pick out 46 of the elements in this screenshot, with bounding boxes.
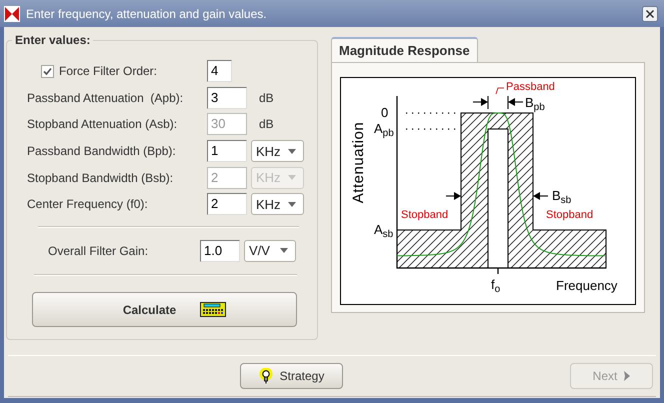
f0-label: f$_{o}$ bbox=[491, 277, 500, 297]
calculator-icon bbox=[200, 302, 226, 318]
value-field[interactable]: 3 bbox=[207, 86, 247, 109]
unit-label: dB bbox=[259, 117, 274, 132]
unit-dropdown[interactable]: KHz bbox=[251, 193, 304, 216]
stopband-label: Stopband bbox=[401, 208, 448, 223]
value-field[interactable]: 1 bbox=[207, 140, 247, 162]
bsb-label: B$_{sb}$ bbox=[552, 188, 572, 208]
calculate-button[interactable]: Calculate bbox=[32, 292, 297, 328]
field-label: Center Frequency (f0): bbox=[27, 197, 149, 212]
unit-dropdown[interactable]: V/V bbox=[244, 240, 296, 262]
x-axis-title: Frequency bbox=[556, 278, 618, 293]
stopband-label: Stopband bbox=[546, 208, 594, 223]
bpb-arrows bbox=[472, 96, 524, 110]
dropdown-icon bbox=[288, 148, 296, 154]
window-title: Enter frequency, attenuation and gain values. bbox=[26, 6, 268, 20]
chevron-icon bbox=[624, 371, 630, 381]
gain-field[interactable]: 1.0 bbox=[200, 240, 240, 262]
dotted-guide-lines bbox=[406, 112, 456, 130]
field-label: Passband Attenuation (Apb): bbox=[27, 90, 184, 105]
gain-label: Overall Filter Gain: bbox=[47, 244, 150, 258]
apb-label: A$_{pb}$ bbox=[374, 121, 394, 141]
field-label: Stopband Bandwidth (Bsb): bbox=[27, 170, 174, 185]
unit-label: dB bbox=[259, 90, 274, 105]
value-field[interactable]: 2 bbox=[207, 193, 247, 216]
bpb-label: B$_{pb}$ bbox=[525, 95, 545, 115]
dropdown-icon bbox=[288, 202, 296, 207]
field-label: Passband Bandwidth (Bpb): bbox=[27, 144, 177, 158]
field-label: Stopband Attenuation (Asb): bbox=[27, 117, 178, 132]
zero-label: 0 bbox=[381, 105, 388, 120]
leader-line bbox=[496, 88, 504, 94]
force-order-checkbox[interactable] bbox=[41, 64, 54, 78]
passband-label: Passband bbox=[506, 80, 555, 95]
lightbulb-icon bbox=[258, 368, 273, 384]
force-order-label: Force Filter Order: bbox=[59, 64, 158, 78]
app-icon bbox=[4, 6, 20, 22]
asb-label: A$_{sb}$ bbox=[374, 222, 394, 242]
magnitude-response-tab[interactable]: Magnitude Response bbox=[331, 37, 478, 62]
y-axis-title: Attenuation bbox=[351, 122, 366, 204]
strategy-button[interactable]: Strategy bbox=[240, 363, 343, 389]
close-icon[interactable] bbox=[642, 6, 658, 22]
group-legend: Enter values: bbox=[12, 33, 94, 47]
unit-dropdown[interactable]: KHz bbox=[251, 140, 304, 162]
dropdown-icon bbox=[288, 175, 296, 180]
dropdown-icon bbox=[280, 248, 288, 254]
order-field[interactable]: 4 bbox=[207, 60, 232, 82]
